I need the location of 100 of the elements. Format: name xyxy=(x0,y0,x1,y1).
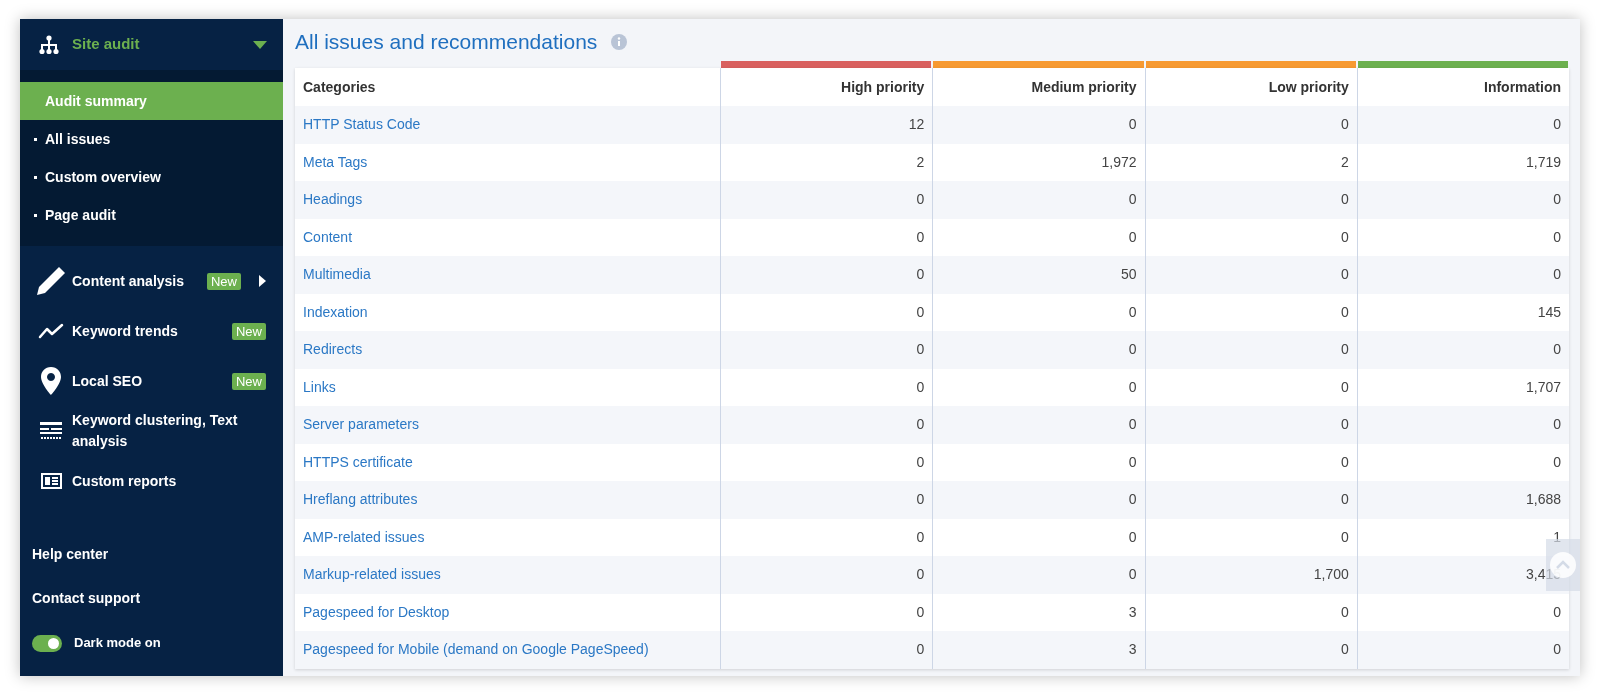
table-cell-text: 0 xyxy=(1340,340,1349,360)
page-title: All issues and recommendations xyxy=(295,29,598,56)
table-cell-text: 0 xyxy=(1340,190,1349,210)
table-cell-text: 0 xyxy=(1128,115,1137,135)
report-card-icon xyxy=(40,473,62,489)
site-audit-menu[interactable]: Site audit xyxy=(20,19,283,70)
table-cell-text: 0 xyxy=(1553,190,1561,210)
table-cell-text: 0 xyxy=(1128,565,1137,585)
table-cell-text: 0 xyxy=(1128,227,1137,247)
table-cell-text: 3 xyxy=(1128,602,1137,622)
category-link[interactable]: Server parameters xyxy=(303,414,419,436)
trend-line-icon xyxy=(38,323,64,339)
table-cell-text: 0 xyxy=(916,265,925,285)
table-cell-text: 3 xyxy=(1128,640,1137,660)
table-cell-text: 2 xyxy=(1340,152,1349,172)
table-cell-text: 0 xyxy=(916,227,925,247)
table-cell-text: 1,700 xyxy=(1313,565,1349,585)
category-link[interactable]: Meta Tags xyxy=(303,151,368,173)
table-cell-text: 0 xyxy=(1128,452,1137,472)
map-pin-icon xyxy=(40,366,62,396)
footer-link[interactable]: Help center xyxy=(32,532,283,576)
category-link[interactable]: Indexation xyxy=(303,301,368,323)
dark-mode-label: Dark mode on xyxy=(74,634,161,653)
table-cell-text: 0 xyxy=(1340,490,1349,510)
table-cell-text: 2 xyxy=(916,152,925,172)
table-cell-text: 0 xyxy=(1340,452,1349,472)
nav-item-label: Content analysis xyxy=(72,271,186,291)
nav-item-label: Local SEO xyxy=(72,371,144,391)
dark-mode-toggle[interactable] xyxy=(32,634,62,652)
table-cell-text: 0 xyxy=(916,302,925,322)
category-link[interactable]: Multimedia xyxy=(303,264,371,286)
table-cell-text: 0 xyxy=(916,377,925,397)
table-cell-text: 12 xyxy=(908,115,925,135)
category-link[interactable]: Markup-related issues xyxy=(303,564,441,586)
table-cell-text: 0 xyxy=(1340,302,1349,322)
category-link[interactable]: Hreflang attributes xyxy=(303,489,418,511)
table-cell-text: 0 xyxy=(1128,377,1137,397)
table-cell-text: 1 xyxy=(1553,527,1561,547)
nav-item[interactable]: Keyword clustering, Text analysis xyxy=(20,406,283,456)
category-link[interactable]: HTTP Status Code xyxy=(303,114,421,136)
table-cell-text: 0 xyxy=(1553,640,1561,660)
nav-item-label: Keyword trends xyxy=(72,321,179,341)
info-icon[interactable] xyxy=(611,34,628,50)
footer-link[interactable]: Contact support xyxy=(32,576,283,620)
table-cell-text: 0 xyxy=(916,602,925,622)
table-cell-text: 0 xyxy=(1553,340,1561,360)
bullet-icon xyxy=(34,175,37,179)
submenu-item[interactable]: Page audit xyxy=(20,196,283,234)
table-cell-text: 0 xyxy=(916,452,925,472)
category-link[interactable]: AMP-related issues xyxy=(303,526,425,548)
table-cell-text: 0 xyxy=(1553,602,1561,622)
category-link[interactable]: Content xyxy=(303,226,353,248)
table-cell-text: 0 xyxy=(1553,265,1561,285)
nav-item[interactable]: Local SEO New xyxy=(20,356,283,406)
table-cell-text: 0 xyxy=(1340,640,1349,660)
table-cell-text: 0 xyxy=(1128,490,1137,510)
table-cell-text: 3,415 xyxy=(1525,565,1561,585)
nav-item[interactable]: Keyword trends New xyxy=(20,306,283,356)
table-cell-text: 0 xyxy=(916,640,925,660)
table-cell-text: 0 xyxy=(1128,415,1137,435)
table-cell-text: 0 xyxy=(916,565,925,585)
table-cell-text: 145 xyxy=(1537,302,1561,322)
sitemap-icon xyxy=(38,34,60,55)
nav-item[interactable]: Content analysis New xyxy=(20,256,283,306)
table-cell-text: 0 xyxy=(1340,115,1349,135)
table-cell-text: 0 xyxy=(916,340,925,360)
site-audit-label: Site audit xyxy=(72,34,141,55)
table-cell-text: 0 xyxy=(916,527,925,547)
category-link[interactable]: Pagespeed for Desktop xyxy=(303,601,450,623)
category-link[interactable]: HTTPS certificate xyxy=(303,451,413,473)
table-cell-text: 0 xyxy=(1340,415,1349,435)
pencil-icon xyxy=(36,266,66,296)
new-badge: New xyxy=(232,322,266,340)
new-badge: New xyxy=(232,372,266,390)
table-cell-text: 0 xyxy=(1553,115,1561,135)
table-cell-text: 1,707 xyxy=(1525,377,1561,397)
table-cell-text: 0 xyxy=(1128,527,1137,547)
table-cell-text: 0 xyxy=(916,415,925,435)
column-header[interactable]: Categories xyxy=(295,68,720,106)
category-link[interactable]: Links xyxy=(303,376,336,398)
table-cell-text: 0 xyxy=(1340,527,1349,547)
submenu-item[interactable]: Custom overview xyxy=(20,158,283,196)
table-cell-text: 0 xyxy=(1340,377,1349,397)
nav-item[interactable]: Custom reports xyxy=(20,456,283,506)
table-cell-text: 0 xyxy=(1553,415,1561,435)
nav-item-label: Custom reports xyxy=(72,471,178,491)
table-cell-text: 0 xyxy=(1340,227,1349,247)
category-link[interactable]: Redirects xyxy=(303,339,363,361)
category-link[interactable]: Headings xyxy=(303,189,363,211)
submenu-item[interactable]: All issues xyxy=(20,120,283,158)
table-cell-text: 1,688 xyxy=(1525,490,1561,510)
table-cell-text: 0 xyxy=(916,190,925,210)
table-cell-text: 0 xyxy=(1553,227,1561,247)
table-cell-text: 0 xyxy=(1128,190,1137,210)
nav-item-label: Keyword clustering, Text analysis xyxy=(72,411,239,451)
bullet-icon xyxy=(34,137,37,141)
new-badge: New xyxy=(207,272,241,290)
table-cell-text: 0 xyxy=(1128,340,1137,360)
table-cell-text: 1,719 xyxy=(1525,152,1561,172)
table-cell-text: 0 xyxy=(1128,302,1137,322)
